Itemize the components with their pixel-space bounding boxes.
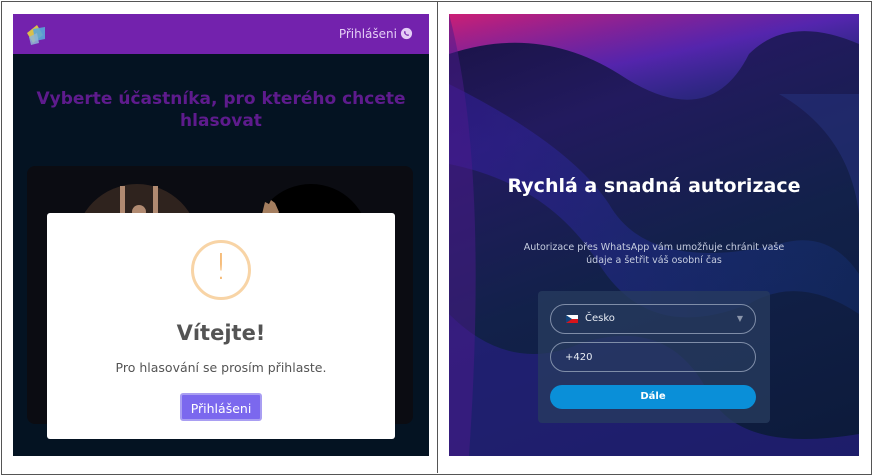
voting-page: Přihlášeni Vyberte účastníka, pro kteréh… [13,14,429,456]
chevron-down-icon: ▼ [736,314,743,323]
login-link[interactable]: Přihlášeni [339,27,397,41]
warning-icon: ! [191,240,251,300]
warning-symbol: ! [213,247,229,288]
country-label: Česko [585,313,615,324]
login-button[interactable]: Přihlášeni [180,393,262,421]
page-title: Rychlá a snadná autorizace [507,175,801,197]
whatsapp-icon [400,27,413,40]
panel-divider [437,1,438,473]
logo-icon[interactable] [23,21,49,47]
auth-form: Česko ▼ Dále [538,291,770,423]
modal-title: Vítejte! [176,321,266,345]
top-bar: Přihlášeni [13,14,429,54]
czech-flag-icon [566,315,578,323]
country-select[interactable]: Česko ▼ [550,304,756,334]
modal-text: Pro hlasování se prosím přihlaste. [115,360,327,375]
whatsapp-auth-page: Rychlá a snadná autorizace Autorizace př… [449,14,859,456]
next-button[interactable]: Dále [550,385,756,409]
page-subtitle: Autorizace přes WhatsApp vám umožňuje ch… [523,242,785,266]
login-modal: ! Vítejte! Pro hlasování se prosím přihl… [47,213,395,439]
phone-input[interactable] [550,342,756,372]
